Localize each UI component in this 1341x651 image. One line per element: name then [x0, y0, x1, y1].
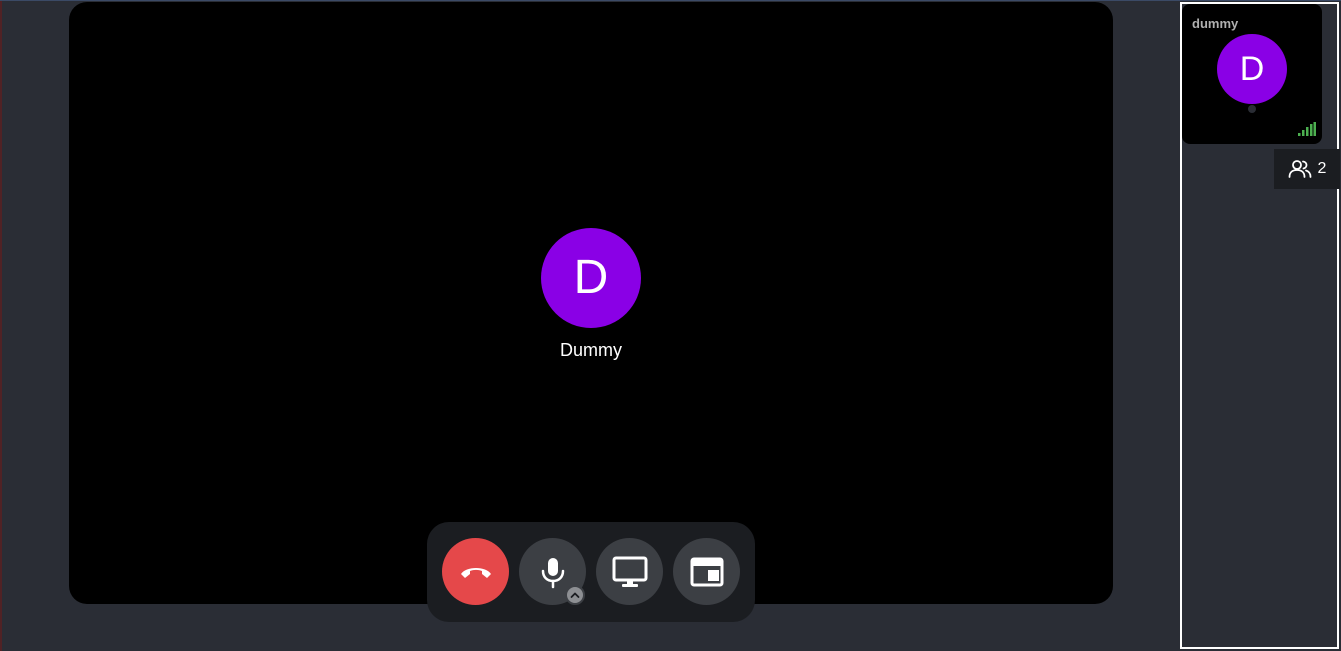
main-participant-name: Dummy — [560, 340, 622, 360]
phone-hangup-icon — [460, 567, 491, 578]
chevron-up-icon — [570, 592, 580, 598]
main-participant-avatar: D — [541, 228, 641, 328]
monitor-icon — [612, 556, 647, 587]
mic-options-button[interactable] — [565, 585, 585, 605]
call-toolbar — [427, 522, 755, 622]
people-icon — [1288, 160, 1311, 178]
layout-icon — [690, 557, 723, 586]
main-video-stage: D Dummy — [69, 2, 1113, 604]
video-call-app: D Dummy dummy D 2 — [0, 0, 1341, 651]
window-edge — [0, 1, 2, 651]
tile-participant-avatar: D — [1217, 34, 1287, 104]
hangup-button[interactable] — [442, 538, 509, 605]
signal-bars-icon — [1298, 122, 1316, 136]
participant-tile[interactable]: dummy D — [1182, 4, 1322, 144]
participants-count: 2 — [1317, 160, 1327, 177]
microphone-icon — [541, 557, 564, 588]
tile-participant-name: dummy — [1192, 16, 1239, 31]
screen-share-button[interactable] — [596, 538, 663, 605]
status-dot — [1248, 105, 1256, 113]
layout-button[interactable] — [673, 538, 740, 605]
participants-button[interactable]: 2 — [1274, 149, 1340, 189]
